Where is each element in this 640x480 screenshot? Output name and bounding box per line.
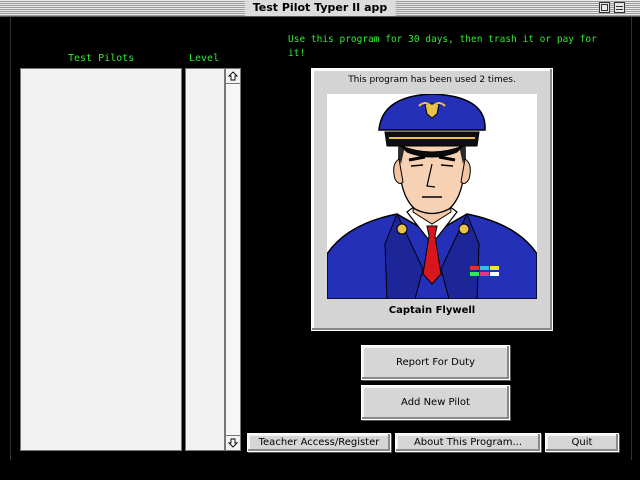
captain-portrait-image — [327, 94, 537, 299]
pilot-portrait — [327, 94, 537, 299]
level-header: Level — [189, 53, 220, 64]
teacher-access-register-button[interactable]: Teacher Access/Register — [247, 433, 391, 452]
level-list[interactable] — [185, 68, 225, 451]
report-for-duty-button[interactable]: Report For Duty — [361, 345, 510, 380]
zoom-box-icon[interactable] — [599, 2, 610, 13]
quit-button[interactable]: Quit — [545, 433, 619, 452]
usage-count: This program has been used 2 times. — [348, 75, 516, 85]
about-program-button[interactable]: About This Program... — [395, 433, 541, 452]
pilot-name-caption: Captain Flywell — [388, 305, 476, 316]
desktop-background — [0, 460, 640, 480]
title-bar[interactable]: Test Pilot Typer II app — [0, 0, 640, 17]
arrow-down-icon — [228, 438, 238, 448]
scroll-down-button[interactable] — [226, 435, 240, 450]
list-scrollbar[interactable] — [225, 68, 241, 451]
collapse-box-icon[interactable] — [614, 2, 625, 13]
window-title: Test Pilot Typer II app — [244, 0, 396, 16]
pilot-panel: This program has been used 2 times. Capt… — [311, 68, 553, 331]
scroll-up-button[interactable] — [226, 69, 240, 84]
test-pilots-header: Test Pilots — [68, 53, 135, 64]
test-pilots-list[interactable] — [20, 68, 182, 451]
add-new-pilot-button[interactable]: Add New Pilot — [361, 385, 510, 420]
shareware-notice: Use this program for 30 days, then trash… — [288, 34, 597, 59]
arrow-up-icon — [228, 71, 238, 81]
